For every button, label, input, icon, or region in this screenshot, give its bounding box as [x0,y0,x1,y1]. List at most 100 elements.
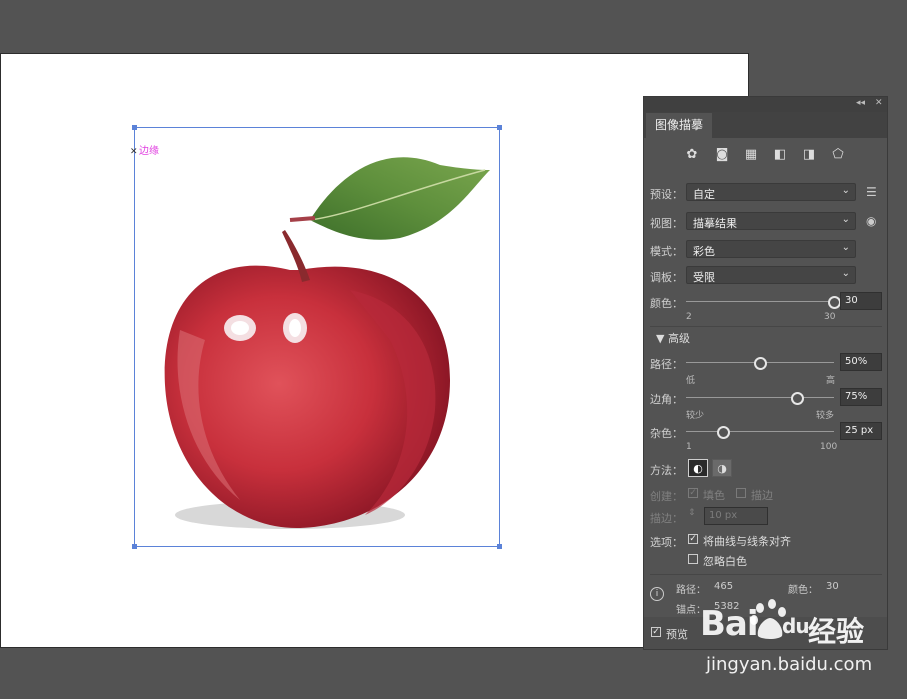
corners-slider-track[interactable] [686,397,834,398]
palette-row: 调板： 受限 ⌄ [650,266,882,286]
chevron-down-icon: ⌄ [841,214,850,225]
method-abutting-button[interactable]: ◐ [688,459,708,477]
noise-label: 杂色： [650,427,683,440]
resize-handle-top-right[interactable] [497,125,502,130]
paths-slider-knob[interactable] [753,357,767,370]
corners-low-tick: 较少 [686,411,705,421]
create-fill-checkbox[interactable]: ✓ [688,488,698,498]
ignore-white-text: 忽略白色 [703,555,747,568]
divider [650,574,882,575]
stroke-row: 描边： ⇕ 10 px [650,507,882,527]
crosshair-cursor-icon: ✕ [130,147,138,157]
smart-guide-edge-label: 边缘 [139,146,159,157]
method-row: 方法： ◐ ◑ [650,459,882,479]
stroke-stepper-icon[interactable]: ⇕ [688,508,696,518]
preset-label: 预设： [650,188,683,201]
chevron-down-icon: ⌄ [841,185,850,196]
ignore-white-checkbox[interactable] [688,554,698,564]
method-overlapping-button[interactable]: ◑ [712,459,732,477]
resize-handle-bottom-left[interactable] [132,544,137,549]
noise-slider-track[interactable] [686,431,834,432]
image-trace-panel: ◂◂ ✕ 图像描摹 ✿ ◙ ▦ ◧ ◨ ⬠ 预设： 自定 ⌄ ☰ 视图： 描摹结… [643,96,888,650]
options-row: 选项： ✓ 将曲线与线条对齐 [650,531,882,551]
chevron-down-icon: ⌄ [841,242,850,253]
colors-value-field[interactable]: 30 [840,292,882,310]
baidu-jingyan-watermark: Bai du 经验 jingyan.baidu.com [700,598,900,688]
stroke-label: 描边： [650,512,683,525]
stat-colors-label: 颜色： [788,585,818,596]
outline-icon[interactable]: ⬠ [830,147,846,163]
stat-paths-value: 465 [714,581,734,592]
noise-max-tick: 100 [820,442,838,452]
close-panel-icon[interactable]: ✕ [875,98,883,108]
resize-handle-top-left[interactable] [132,125,137,130]
colors-slider-knob[interactable] [827,296,841,309]
palette-value: 受限 [693,271,715,284]
stroke-value-field[interactable]: 10 px [704,507,768,525]
palette-select[interactable]: 受限 ⌄ [686,266,856,284]
options-label: 选项： [650,536,683,549]
colors-max-tick: 30 [824,312,836,322]
mode-value: 彩色 [693,245,715,258]
panel-tab-row: 图像描摹 [644,112,887,138]
selection-bounding-box[interactable] [132,125,502,549]
view-select[interactable]: 描摹结果 ⌄ [686,212,856,230]
tab-image-trace[interactable]: 图像描摹 [646,113,713,138]
colors-min-tick: 2 [686,312,692,322]
noise-slider-knob[interactable] [716,426,730,439]
noise-min-tick: 1 [686,442,692,452]
paths-row: 路径： 50% 低 高 [650,353,882,386]
colors-row: 颜色： 30 2 30 [650,292,882,322]
corners-slider-knob[interactable] [790,392,804,405]
preset-icon-row: ✿ ◙ ▦ ◧ ◨ ⬠ [644,145,889,167]
mode-select[interactable]: 彩色 ⌄ [686,240,856,258]
create-row: 创建： ✓ 填色 描边 [650,485,882,505]
chevron-down-icon: ⌄ [841,268,850,279]
corners-row: 边角： 75% 较少 较多 [650,388,882,421]
noise-row: 杂色： 25 px 1 100 [650,422,882,452]
watermark-logo-suffix: du [782,614,810,638]
view-label: 视图： [650,217,683,230]
grayscale-icon[interactable]: ◧ [772,147,788,163]
eye-icon[interactable]: ◉ [866,214,876,228]
auto-color-icon[interactable]: ✿ [684,147,700,163]
paths-value-field[interactable]: 50% [840,353,882,371]
stat-colors-value: 30 [826,581,839,592]
paths-high-tick: 高 [826,376,836,386]
snap-curves-text: 将曲线与线条对齐 [703,535,791,548]
ignore-white-row: 忽略白色 [650,551,882,571]
watermark-jingyan-text: 经验 [808,615,865,648]
colors-slider-track[interactable] [686,301,834,302]
advanced-toggle[interactable]: ▼ 高级 [656,330,690,346]
create-stroke-text: 描边 [751,489,773,502]
snap-curves-checkbox[interactable]: ✓ [688,534,698,544]
preview-text: 预览 [666,628,688,641]
noise-value-field[interactable]: 25 px [840,422,882,440]
preset-row: 预设： 自定 ⌄ ☰ [650,183,882,203]
create-stroke-checkbox[interactable] [736,488,746,498]
mode-label: 模式： [650,245,683,258]
corners-value-field[interactable]: 75% [840,388,882,406]
preview-checkbox[interactable]: ✓ [651,627,661,637]
create-fill-text: 填色 [703,489,725,502]
corners-high-tick: 较多 [816,411,835,421]
preset-select[interactable]: 自定 ⌄ [686,183,856,201]
low-color-icon[interactable]: ▦ [743,147,759,163]
advanced-label: 高级 [667,332,690,345]
watermark-url: jingyan.baidu.com [706,654,873,675]
stat-paths-label: 路径： [676,585,706,596]
preset-menu-icon[interactable]: ☰ [866,185,877,199]
colors-label: 颜色： [650,297,683,310]
collapse-panel-icon[interactable]: ◂◂ [856,98,865,108]
divider [650,326,882,327]
preset-value: 自定 [693,188,715,201]
black-white-icon[interactable]: ◨ [801,147,817,163]
palette-label: 调板： [650,271,683,284]
resize-handle-bottom-right[interactable] [497,544,502,549]
paths-label: 路径： [650,358,683,371]
info-icon: i [650,587,664,601]
view-value: 描摹结果 [693,217,737,230]
high-color-icon[interactable]: ◙ [714,147,730,163]
corners-label: 边角： [650,393,683,406]
create-label: 创建： [650,490,683,503]
